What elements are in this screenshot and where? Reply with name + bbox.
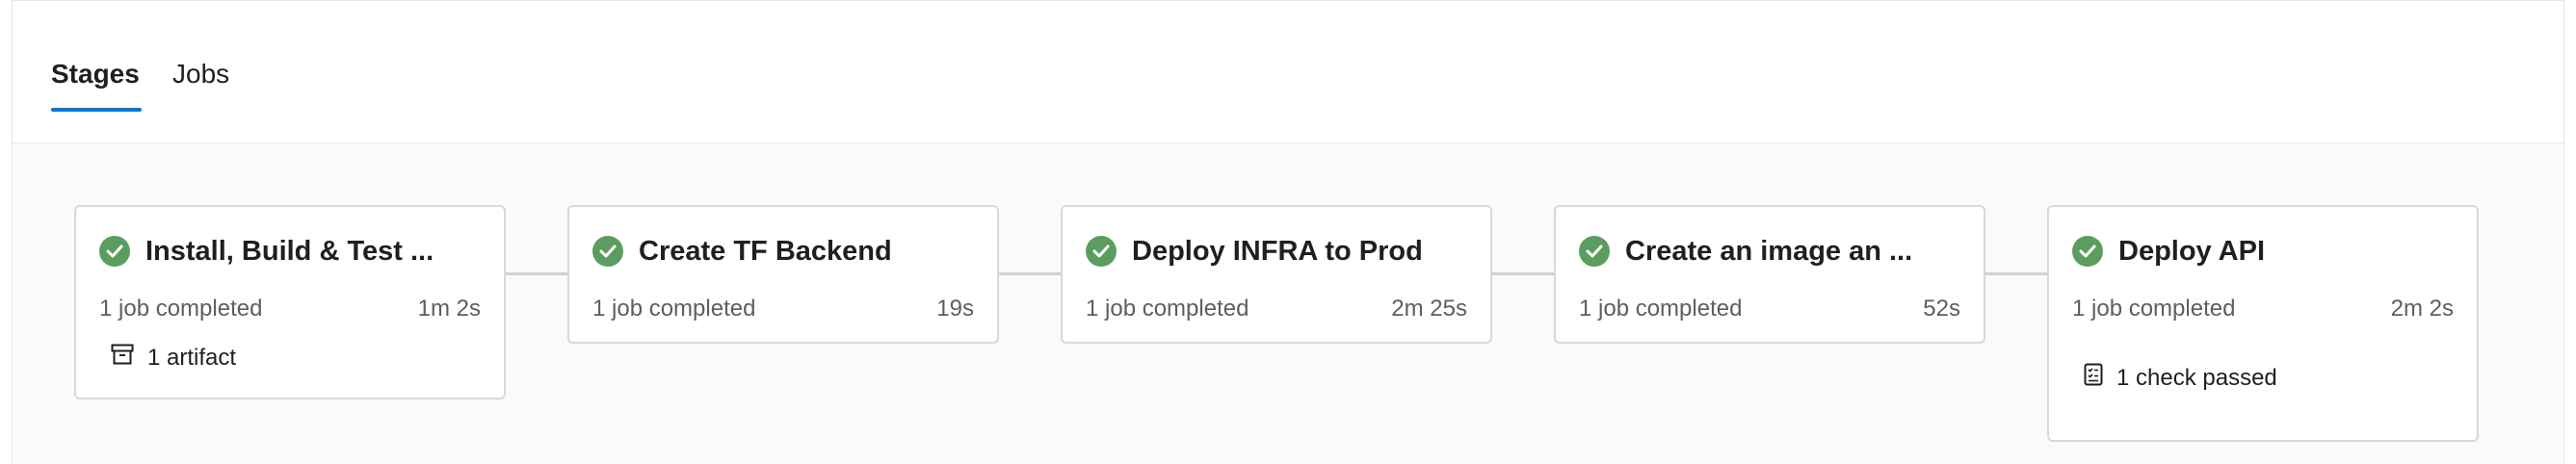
pipeline-run-panel: Stages Jobs Install, Build & Test ... 1 … [12,0,2564,464]
stage-title: Deploy INFRA to Prod [1132,235,1423,267]
stage-duration: 2m 2s [2390,296,2454,322]
tab-stages[interactable]: Stages [51,59,140,90]
stage-jobs-status: 1 job completed [99,296,263,322]
stage-connector [997,272,1061,275]
tab-jobs[interactable]: Jobs [172,59,229,90]
success-check-icon [592,236,623,267]
stage-title: Create TF Backend [639,235,892,267]
stage-card-create-tf-backend[interactable]: Create TF Backend 1 job completed 19s [567,205,999,344]
stage-duration: 1m 2s [417,296,481,322]
stage-card-create-image[interactable]: Create an image an ... 1 job completed 5… [1554,205,1985,344]
stage-card-install-build-test[interactable]: Install, Build & Test ... 1 job complete… [74,205,506,400]
stage-card-deploy-infra[interactable]: Deploy INFRA to Prod 1 job completed 2m … [1061,205,1492,344]
stage-jobs-status: 1 job completed [1086,296,1249,322]
success-check-icon [2072,236,2103,267]
stage-connector [1984,272,2047,275]
stage-checks-link[interactable]: 1 check passed [2084,363,2277,393]
stage-card-deploy-api[interactable]: Deploy API 1 job completed 2m 2s 1 check… [2047,205,2479,442]
stage-connector [504,272,567,275]
active-tab-indicator [51,108,142,112]
stage-jobs-status: 1 job completed [2072,296,2236,322]
stage-duration: 2m 25s [1391,296,1467,322]
stage-connector [1490,272,1554,275]
success-check-icon [99,236,130,267]
stage-title: Deploy API [2118,235,2266,267]
checks-passed-count: 1 check passed [2116,364,2277,391]
tab-header: Stages Jobs [13,1,2563,143]
stage-title: Create an image an ... [1625,235,1913,267]
checklist-icon [2084,363,2103,393]
stage-jobs-status: 1 job completed [1579,296,1743,322]
stage-artifact-link[interactable]: 1 artifact [111,344,236,372]
stage-duration: 19s [936,296,974,322]
stage-duration: 52s [1923,296,1960,322]
success-check-icon [1086,236,1117,267]
artifact-icon [111,344,134,372]
stage-jobs-status: 1 job completed [592,296,756,322]
stage-title: Install, Build & Test ... [145,235,434,267]
artifact-count: 1 artifact [147,344,237,371]
success-check-icon [1579,236,1610,267]
